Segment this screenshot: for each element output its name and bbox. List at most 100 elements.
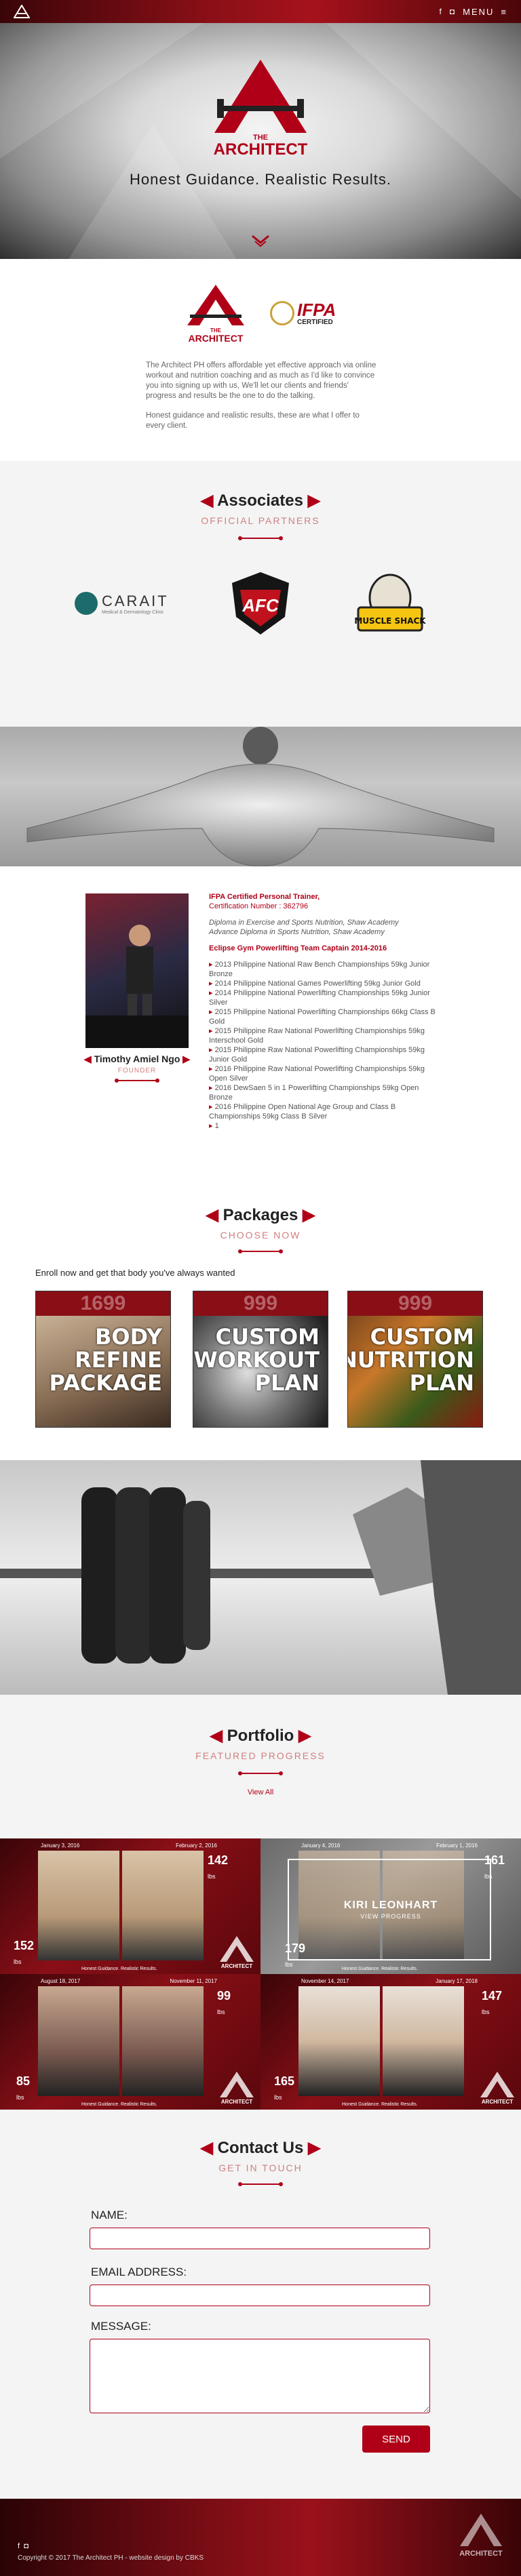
facebook-icon[interactable]: f [18,2542,20,2550]
progress-card[interactable]: January 3, 2016 February 2, 2016 142 lbs 1… [0,1838,260,1974]
barbell-plates-banner [0,1460,521,1695]
send-button[interactable]: SEND [362,2426,430,2453]
instagram-icon[interactable]: ◘ [450,7,456,16]
about-paragraph-1: The Architect PH offers affordable yet e… [146,361,377,400]
after-photo [122,1986,204,2096]
message-textarea[interactable] [90,2339,430,2413]
founder-section: ◀ Timothy Amiel Ngo ▶ FOUNDER IFPA Certi… [0,866,521,1178]
architect-logo-icon[interactable] [14,5,30,18]
footer-social: f ◘ [18,2542,28,2550]
ifpa-badge: IFPA CERTIFIED [270,301,336,326]
progress-caption: Honest Guidance. Realistic Results. [81,2102,157,2107]
about-section: THE ARCHITECT IFPA CERTIFIED The Archite… [0,259,521,461]
achievement-item: 2015 Philippine Raw National Powerliftin… [209,1026,437,1045]
founder-role: FOUNDER [117,1067,157,1074]
package-price: 1699 [36,1291,170,1316]
partner-afc-logo[interactable]: AFC [227,569,294,637]
architect-footer-logo: ARCHITECT [459,2514,503,2558]
section-divider [238,2182,283,2186]
associates-title: ◀ Associates ▶ [200,491,321,510]
menu-label[interactable]: MENU [463,7,494,17]
before-photo [38,1986,119,2096]
before-photo [298,1986,380,2096]
progress-card[interactable]: November 14, 2017 January 17, 2018 147 lbs… [260,1974,521,2110]
back-muscles-banner [0,727,521,866]
progress-date-before: January 4, 2016 [301,1843,341,1849]
name-input[interactable] [90,2228,430,2249]
achievement-item: 2014 Philippine National Powerlifting Ch… [209,988,437,1007]
weight-before: 152 lbs [14,1939,35,1965]
progress-date-after: February 1, 2016 [436,1843,478,1849]
partner-name: CARAIT [102,592,169,609]
package-title: CUSTOM NUTRITION PLAN [347,1324,474,1396]
portfolio-subtitle: FEATURED PROGRESS [195,1750,326,1761]
facebook-icon[interactable]: f [440,7,443,16]
barbell-deadlift-image [0,1460,521,1695]
progress-card[interactable]: August 18, 2017 November 11, 2017 99 lbs 8… [0,1974,260,2110]
hero-tagline: Honest Guidance. Realistic Results. [130,171,391,188]
progress-card[interactable]: January 4, 2016 February 1, 2016 KIRI LEO… [260,1838,521,1974]
contact-subtitle: GET IN TOUCH [218,2162,303,2173]
achievement-item: 2016 Philippine Open National Age Group … [209,1102,437,1121]
muscular-back-image [26,727,495,866]
architect-watermark-logo: ARCHITECT [480,2072,514,2104]
after-photo [383,1986,464,2096]
packages-section: ◀ Packages ▶ CHOOSE NOW Enroll now and g… [0,1178,521,1460]
achievement-item: 2015 Philippine National Powerlifting Ch… [209,1007,437,1026]
founder-photo [85,893,189,1048]
founder-cert-number: Certification Number : 362796 [209,902,309,910]
achievement-item: 2014 Philippine National Games Powerlift… [209,979,437,988]
email-input[interactable] [90,2285,430,2306]
progress-caption: Honest Guidance. Realistic Results. [342,2102,418,2107]
hero-brand-name: ARCHITECT [214,140,308,159]
weight-before: 179 lbs [285,1941,306,1968]
package-card-custom-workout[interactable]: 999 CUSTOM WORKOUT PLAN [193,1291,328,1428]
package-price: 999 [193,1291,328,1316]
founder-headline: IFPA Certified Personal Trainer, [209,893,320,901]
package-card-body-refine[interactable]: 1699 BODY REFINE PACKAGE [35,1291,171,1428]
hamburger-icon[interactable]: ≡ [501,7,507,17]
before-photo [38,1851,119,1960]
name-label: NAME: [91,2209,128,2221]
view-progress-link[interactable]: VIEW PROGRESS [260,1913,521,1920]
carait-leaf-icon [75,592,98,615]
progress-date-before: January 3, 2016 [41,1843,80,1849]
svg-text:ARCHITECT: ARCHITECT [221,2099,252,2104]
package-card-custom-nutrition[interactable]: 999 CUSTOM NUTRITION PLAN [347,1291,483,1428]
progress-date-after: November 11, 2017 [170,1978,217,1984]
section-divider [238,1249,283,1253]
partner-muscle-shack-logo[interactable]: MUSCLE SHACK [353,571,427,636]
architect-brand-logo: THE ARCHITECT [214,60,308,159]
partner-carait-logo[interactable]: CARAIT Medical & Dermatology Clinic [75,592,169,615]
progress-date-after: February 2, 2016 [176,1843,217,1849]
founder-credentials: IFPA Certified Personal Trainer, Certifi… [209,892,437,1131]
founder-captain: Eclipse Gym Powerlifting Team Captain 20… [209,944,387,952]
about-paragraph-2: Honest guidance and realistic results, t… [146,411,360,430]
about-brand-name: ARCHITECT [189,333,244,343]
top-navbar: f ◘ MENU ≡ [0,0,521,23]
founder-divider [115,1079,159,1083]
instagram-icon[interactable]: ◘ [24,2542,28,2550]
partner-name: MUSCLE SHACK [354,616,426,626]
progress-caption: Honest Guidance. Realistic Results. [81,1967,157,1971]
achievement-item: 2013 Philippine National Raw Bench Champ… [209,960,437,979]
progress-date-before: November 14, 2017 [301,1978,349,1984]
achievement-item: 2016 DewSaen 5 in 1 Powerlifting Champio… [209,1083,437,1102]
weight-after: 99 lbs [217,1989,231,2015]
architect-watermark-logo: ARCHITECT [220,2072,254,2104]
view-all-link[interactable]: View All [0,1788,521,1796]
svg-text:ARCHITECT: ARCHITECT [221,1963,252,1969]
package-title: CUSTOM WORKOUT PLAN [193,1324,320,1396]
partner-name: AFC [242,595,280,616]
packages-enroll-text: Enroll now and get that body you've alwa… [35,1268,235,1278]
section-divider [238,536,283,540]
ifpa-badge-sub: CERTIFIED [297,318,333,326]
weight-before: 165 lbs [274,2074,295,2101]
scroll-down-icon[interactable] [250,233,271,248]
weight-after: 142 lbs [208,1853,229,1880]
achievement-item: 2015 Philippine Raw National Powerliftin… [209,1045,437,1064]
weight-after: 161 lbs [484,1853,505,1880]
portfolio-grid: January 3, 2016 February 2, 2016 142 lbs 1… [0,1838,521,2110]
weight-before: 85 lbs [16,2074,31,2101]
progress-date-before: August 18, 2017 [41,1978,81,1984]
